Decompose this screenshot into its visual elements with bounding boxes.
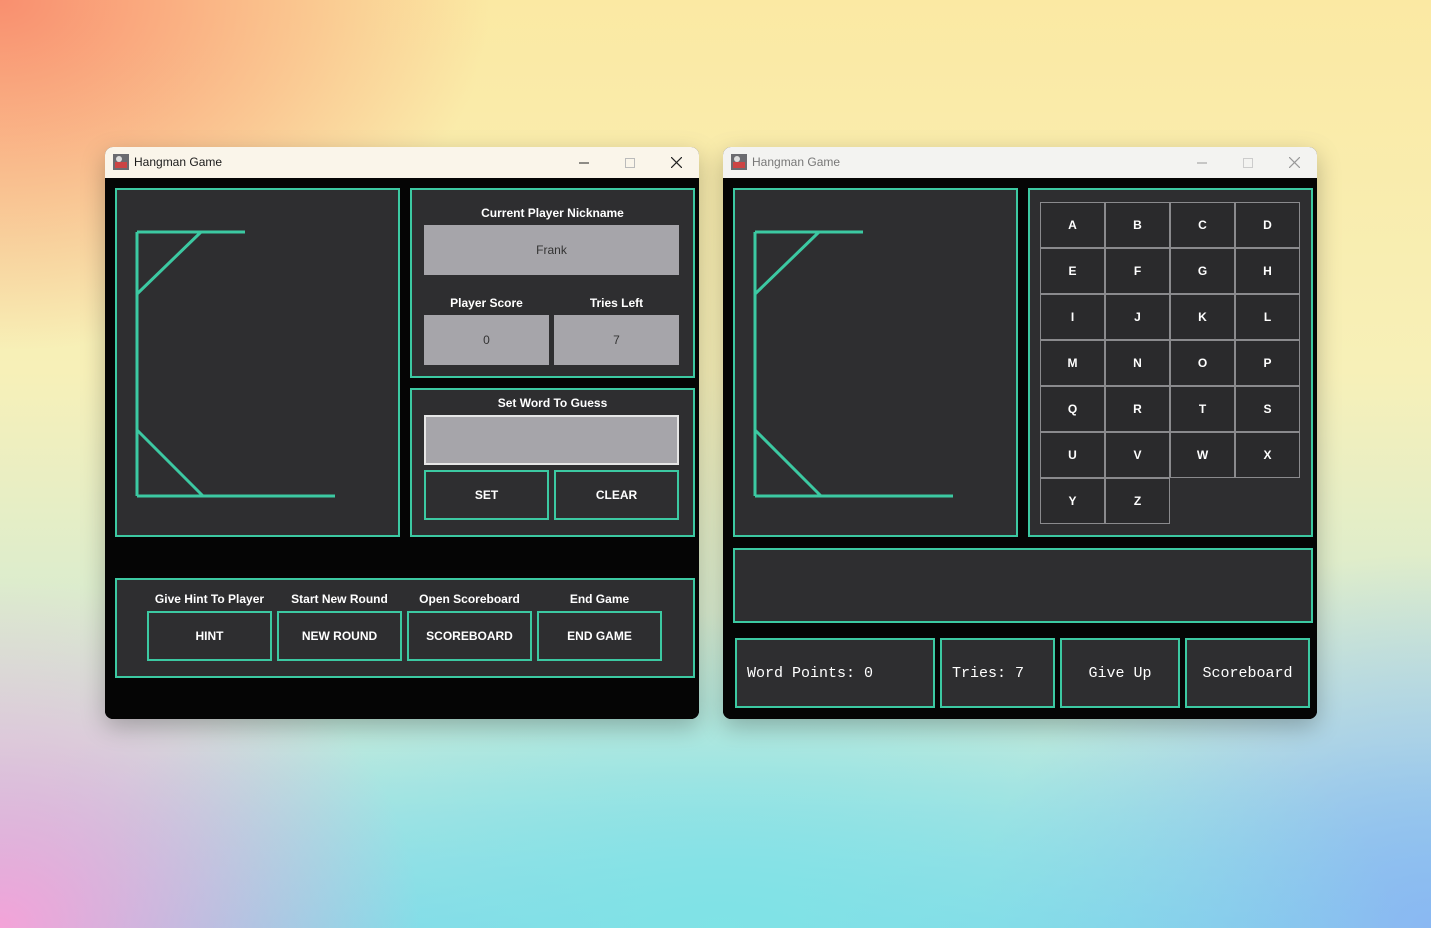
letter-key-x[interactable]: X <box>1235 432 1300 478</box>
letter-key-h[interactable]: H <box>1235 248 1300 294</box>
close-button[interactable] <box>653 147 699 178</box>
end-game-button[interactable]: END GAME <box>537 611 662 661</box>
letter-key-w[interactable]: W <box>1170 432 1235 478</box>
title-bar[interactable]: Hangman Game <box>723 147 1317 179</box>
window-title: Hangman Game <box>134 155 223 169</box>
close-icon <box>1288 157 1300 168</box>
word-points: Word Points: 0 <box>735 638 935 708</box>
player-score-label: Player Score <box>450 296 523 310</box>
new-round-caption: Start New Round <box>291 592 388 606</box>
player-score-field: 0 <box>424 315 549 365</box>
maximize-button[interactable] <box>1225 147 1271 178</box>
nickname-field: Frank <box>424 225 679 275</box>
minimize-icon <box>1197 162 1207 163</box>
app-icon <box>113 154 129 170</box>
player-info-panel: Current Player Nickname Frank Player Sco… <box>410 188 695 378</box>
maximize-icon <box>1243 157 1253 168</box>
letter-key-j[interactable]: J <box>1105 294 1170 340</box>
letter-key-r[interactable]: R <box>1105 386 1170 432</box>
letter-key-i[interactable]: I <box>1040 294 1105 340</box>
set-button[interactable]: SET <box>424 470 549 520</box>
app-icon <box>731 154 747 170</box>
scoreboard-caption: Open Scoreboard <box>419 592 520 606</box>
letter-key-g[interactable]: G <box>1170 248 1235 294</box>
maximize-button[interactable] <box>607 147 653 178</box>
letter-key-s[interactable]: S <box>1235 386 1300 432</box>
hint-caption: Give Hint To Player <box>154 592 265 606</box>
letter-key-b[interactable]: B <box>1105 202 1170 248</box>
tries-left-field: 7 <box>554 315 679 365</box>
tries-counter: Tries: 7 <box>940 638 1055 708</box>
letter-key-z[interactable]: Z <box>1105 478 1170 524</box>
letter-key-e[interactable]: E <box>1040 248 1105 294</box>
clear-button[interactable]: CLEAR <box>554 470 679 520</box>
actions-panel: Give Hint To Player Start New Round Open… <box>115 578 695 678</box>
letter-key-u[interactable]: U <box>1040 432 1105 478</box>
set-word-panel: Set Word To Guess SET CLEAR <box>410 388 695 537</box>
word-display <box>733 548 1313 623</box>
close-button[interactable] <box>1271 147 1317 178</box>
nickname-label: Current Player Nickname <box>481 206 624 220</box>
letter-key-d[interactable]: D <box>1235 202 1300 248</box>
title-bar[interactable]: Hangman Game <box>105 147 699 179</box>
letter-key-y[interactable]: Y <box>1040 478 1105 524</box>
end-game-caption: End Game <box>569 592 630 606</box>
minimize-icon <box>579 162 589 163</box>
letter-key-o[interactable]: O <box>1170 340 1235 386</box>
host-window: Hangman Game Current Player Nickname Fra… <box>105 147 699 719</box>
letter-key-f[interactable]: F <box>1105 248 1170 294</box>
minimize-button[interactable] <box>1179 147 1225 178</box>
letter-keyboard: ABCD EFGH IJKL MNOP QRTS UVWX YZ <box>1028 188 1313 537</box>
letter-key-l[interactable]: L <box>1235 294 1300 340</box>
letter-key-c[interactable]: C <box>1170 202 1235 248</box>
player-window: Hangman Game ABCD EFGH IJKL MNOP QRTS U V W X… <box>723 147 1317 719</box>
letter-key-m[interactable]: M <box>1040 340 1105 386</box>
letter-key-q[interactable]: Q <box>1040 386 1105 432</box>
maximize-icon <box>625 157 635 168</box>
window-title: Hangman Game <box>752 155 841 169</box>
word-input[interactable] <box>424 415 679 465</box>
gallows-panel <box>115 188 400 537</box>
letter-key-v[interactable]: V <box>1105 432 1170 478</box>
tries-left-label: Tries Left <box>589 296 644 310</box>
gallows-drawing <box>135 230 335 498</box>
scoreboard-button[interactable]: Scoreboard <box>1185 638 1310 708</box>
gallows-panel <box>733 188 1018 537</box>
scoreboard-button[interactable]: SCOREBOARD <box>407 611 532 661</box>
letter-key-a[interactable]: A <box>1040 202 1105 248</box>
give-up-button[interactable]: Give Up <box>1060 638 1180 708</box>
gallows-drawing <box>753 230 953 498</box>
close-icon <box>670 157 682 168</box>
hint-button[interactable]: HINT <box>147 611 272 661</box>
letter-key-p[interactable]: P <box>1235 340 1300 386</box>
set-word-label: Set Word To Guess <box>497 396 608 410</box>
letter-key-k[interactable]: K <box>1170 294 1235 340</box>
letter-key-n[interactable]: N <box>1105 340 1170 386</box>
minimize-button[interactable] <box>561 147 607 178</box>
letter-key-t[interactable]: T <box>1170 386 1235 432</box>
new-round-button[interactable]: NEW ROUND <box>277 611 402 661</box>
